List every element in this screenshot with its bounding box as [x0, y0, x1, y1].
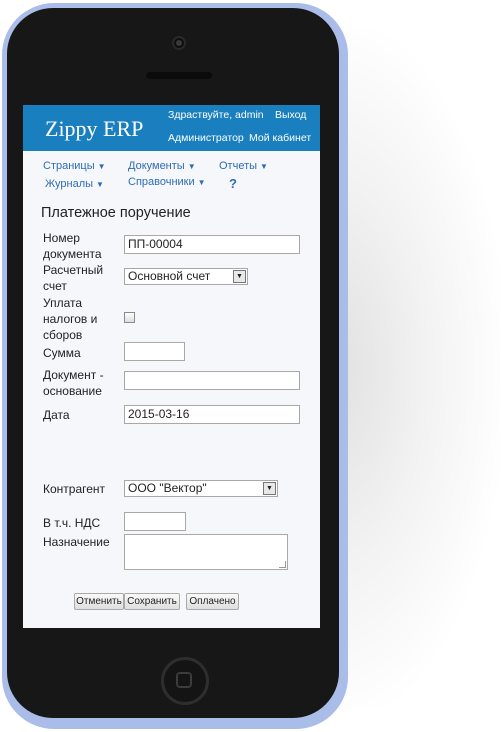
front-camera [172, 36, 186, 50]
cancel-button[interactable]: Отменить [74, 593, 124, 610]
brand-logo[interactable]: Zippy ERP [45, 116, 143, 142]
cabinet-link[interactable]: Мой кабинет [249, 132, 311, 144]
basis-input[interactable] [124, 371, 300, 390]
caret-down-icon: ▼ [96, 180, 104, 189]
doc-number-input[interactable]: ПП-00004 [124, 235, 300, 254]
amount-input[interactable] [124, 342, 185, 361]
select-arrow-icon: ▼ [233, 270, 246, 283]
nav-pages-label: Страницы [43, 160, 95, 172]
counterparty-label: Контрагент [43, 482, 106, 496]
nav-reports-label: Отчеты [219, 160, 258, 172]
nav-documents-label: Документы [128, 160, 185, 172]
phone-shadow [330, 30, 500, 710]
caret-down-icon: ▼ [97, 162, 106, 171]
purpose-label: Назначение [43, 535, 110, 549]
help-icon[interactable]: ? [229, 176, 237, 191]
nav-journals-label: Журналы [45, 178, 94, 190]
greeting-link[interactable]: Здраствуйте, admin [168, 109, 264, 121]
home-button[interactable] [161, 657, 209, 705]
select-arrow-icon: ▼ [263, 482, 276, 495]
date-label: Дата [43, 408, 70, 422]
app-header: Zippy ERP Здраствуйте, admin Выход Админ… [23, 105, 320, 151]
caret-down-icon: ▼ [187, 162, 196, 171]
page-title: Платежное поручение [41, 205, 191, 221]
account-select-value: Основной счет [128, 269, 211, 283]
save-button[interactable]: Сохранить [124, 593, 180, 610]
account-select[interactable]: Основной счет ▼ [124, 268, 248, 285]
basis-label: Документ - основание [43, 368, 104, 398]
app-screen: Zippy ERP Здраствуйте, admin Выход Админ… [23, 105, 320, 628]
vat-label: В т.ч. НДС [43, 516, 101, 530]
amount-label: Сумма [43, 346, 81, 360]
date-input[interactable]: 2015-03-16 [124, 405, 300, 424]
vat-input[interactable] [124, 512, 186, 531]
taxes-label: Уплата налогов и сборов [43, 296, 98, 342]
earpiece-speaker [146, 72, 212, 79]
nav-reports[interactable]: Отчеты ▼ [219, 160, 268, 172]
role-label: Администратор [168, 132, 244, 144]
account-label: Расчетный счет [43, 263, 104, 293]
logout-link[interactable]: Выход [275, 109, 306, 121]
nav-directories-label: Справочники [128, 176, 195, 188]
taxes-checkbox[interactable] [124, 312, 135, 323]
caret-down-icon: ▼ [260, 162, 268, 171]
caret-down-icon: ▼ [197, 178, 206, 187]
paid-button[interactable]: Оплачено [186, 593, 239, 610]
counterparty-select-value: ООО "Вектор" [128, 481, 207, 495]
nav-pages[interactable]: Страницы ▼ [43, 160, 106, 172]
purpose-textarea[interactable] [124, 534, 288, 570]
doc-number-label: Номер документа [43, 231, 102, 261]
nav-journals[interactable]: Журналы ▼ [45, 178, 104, 190]
nav-documents[interactable]: Документы ▼ [128, 160, 196, 172]
counterparty-select[interactable]: ООО "Вектор" ▼ [124, 480, 278, 497]
nav-directories[interactable]: Справочники ▼ [128, 176, 206, 188]
